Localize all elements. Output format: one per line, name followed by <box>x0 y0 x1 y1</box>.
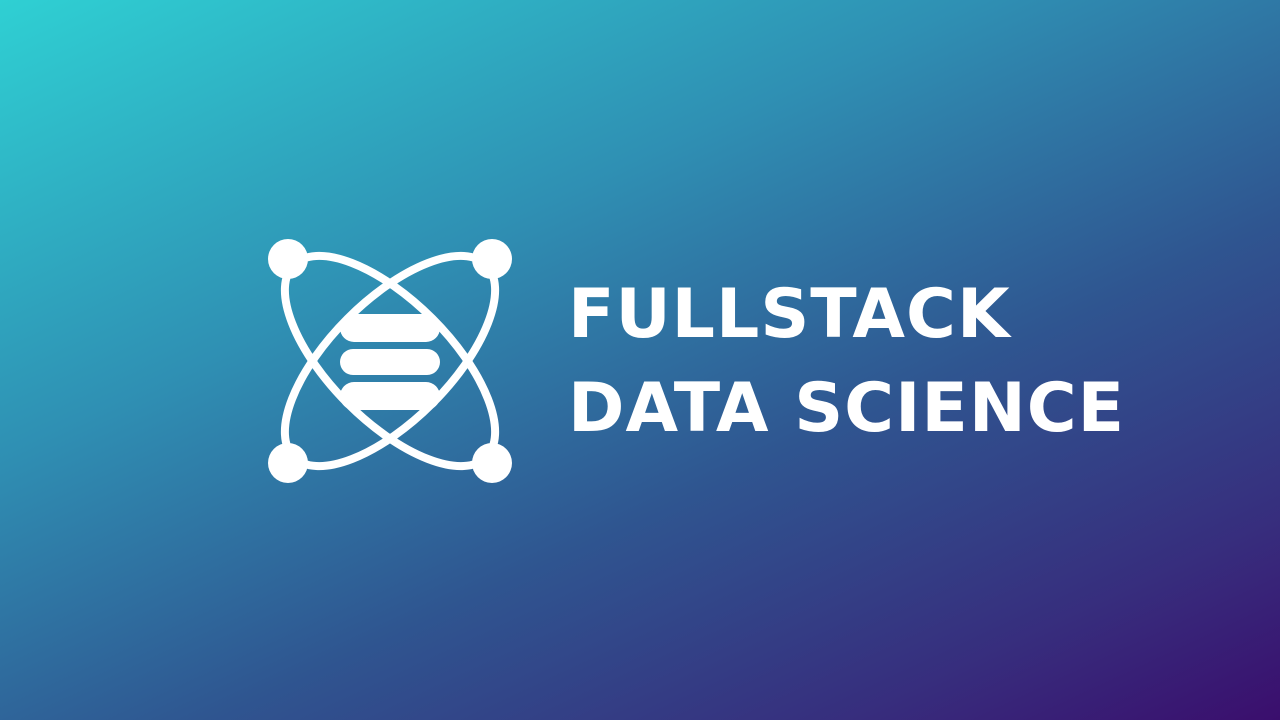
brand-wordmark: FULLSTACK DATA SCIENCE <box>568 268 1168 456</box>
atom-database-icon <box>262 233 518 489</box>
brand-name-line-1: FULLSTACK <box>568 275 1011 354</box>
orbit-dot-bottom-right <box>472 443 512 483</box>
banner-background: FULLSTACK DATA SCIENCE <box>0 0 1280 720</box>
orbit-dot-bottom-left <box>268 443 308 483</box>
orbit-dot-top-left <box>268 239 308 279</box>
database-icon <box>340 314 440 410</box>
brand-name-line-2: DATA SCIENCE <box>568 369 1126 448</box>
orbit-dot-top-right <box>472 239 512 279</box>
